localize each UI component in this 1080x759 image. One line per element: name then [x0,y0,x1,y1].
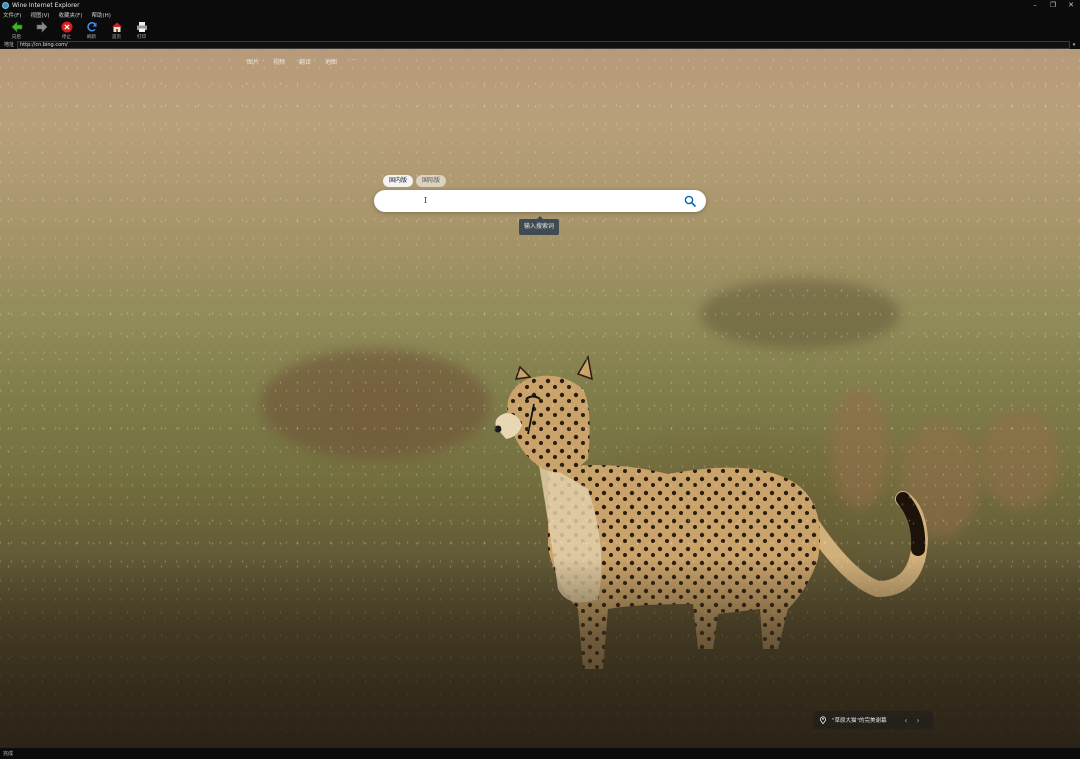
tab-domestic[interactable]: 国内版 [383,175,414,187]
image-caption[interactable]: "草原大猫"的完美谢幕 [832,716,900,724]
restore-button[interactable]: ❐ [1044,0,1062,10]
back-button[interactable]: 向后 [4,20,29,40]
print-button[interactable]: 打印 [129,20,154,40]
tab-international[interactable]: 国际版 [416,175,447,187]
address-dropdown-icon[interactable]: ▾ [1070,41,1078,49]
menu-bar: 文件(F) 视图(V) 收藏夹(F) 帮助(H) [0,10,1080,20]
app-icon [2,1,9,9]
image-info-bar: "草原大猫"的完美谢幕 ‹ › [813,711,933,729]
forward-arrow-icon [36,21,48,33]
search-box: I [374,190,706,212]
toolbar: 向后 停止 刷新 首页 打印 [0,20,1080,40]
refresh-button[interactable]: 刷新 [79,20,104,40]
nav-maps[interactable]: 地图 [325,57,337,66]
forward-button[interactable] [29,20,54,40]
home-button[interactable]: 首页 [104,20,129,40]
nav-images[interactable]: 图片 [247,57,259,66]
menu-help[interactable]: 帮助(H) [92,11,111,19]
search-icon[interactable] [684,195,696,207]
location-pin-icon [820,716,826,724]
menu-favorites[interactable]: 收藏夹(F) [59,11,83,19]
nav-more[interactable]: ··· [351,57,357,66]
next-image-icon[interactable]: › [912,716,924,725]
address-label: 地址 [4,42,15,48]
back-arrow-icon [11,21,23,33]
search-scope-tabs: 国内版 国际版 [383,175,447,187]
window-title: Wine Internet Explorer [12,1,80,9]
status-bar: 完成 [0,747,1080,759]
nav-videos[interactable]: 视频 [273,57,285,66]
nav-translate[interactable]: 翻译 [299,57,311,66]
home-icon [111,21,123,33]
page-content: 图片 视频 翻译 地图 ··· 国内版 国际版 I 输入搜索词 "草原大猫"的完… [0,49,1080,747]
title-bar: Wine Internet Explorer – ❐ ✕ [0,0,1080,10]
menu-file[interactable]: 文件(F) [3,11,21,19]
previous-image-icon[interactable]: ‹ [900,716,912,725]
refresh-icon [86,21,98,33]
window-controls: – ❐ ✕ [1026,0,1080,10]
stop-button[interactable]: 停止 [54,20,79,40]
address-bar: 地址 http://cn.bing.com/ ▾ [0,40,1080,49]
stop-icon [61,21,73,33]
text-cursor-icon: I [424,196,428,205]
top-nav: 图片 视频 翻译 地图 ··· [247,57,357,66]
search-input[interactable] [388,194,678,208]
search-tooltip: 输入搜索词 [519,216,560,235]
status-text: 完成 [3,751,14,757]
close-button[interactable]: ✕ [1062,0,1080,10]
print-icon [136,21,148,33]
menu-view[interactable]: 视图(V) [30,11,49,19]
address-input[interactable]: http://cn.bing.com/ [17,40,1070,49]
minimize-button[interactable]: – [1026,0,1044,10]
